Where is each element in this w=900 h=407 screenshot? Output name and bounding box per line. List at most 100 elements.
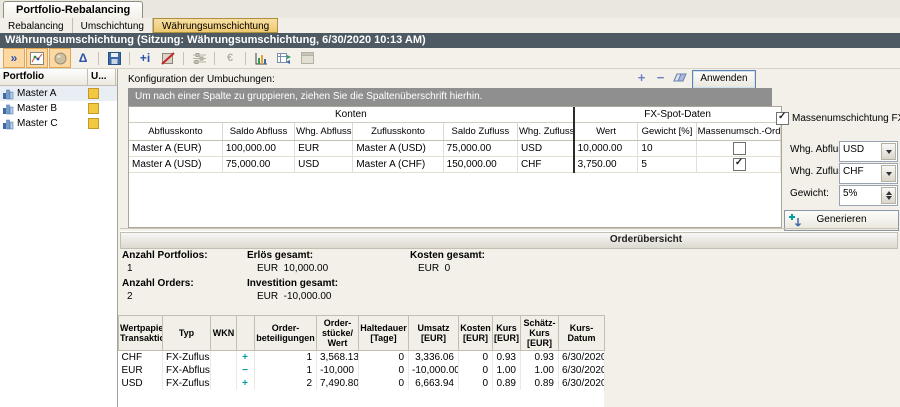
order-row[interactable]: CHF FX-Zufluss + 1 3,568.13 0 3,336.06 0… <box>119 351 605 365</box>
chevron-down-icon <box>886 172 892 176</box>
chart-view-button[interactable] <box>26 48 48 68</box>
umbuchungen-table-wrap: Konten FX-Spot-Daten Abflusskonto Saldo … <box>128 106 782 228</box>
euro-icon: € <box>227 53 233 64</box>
col-kurs[interactable]: Kurs [EUR] <box>493 316 521 351</box>
col-wert[interactable]: Wert <box>574 123 638 141</box>
cell-stuecke: 3,568.13 <box>317 351 359 365</box>
massenumsch-order-checkbox[interactable] <box>733 142 746 155</box>
window-icon <box>301 52 314 64</box>
cell-kurs-datum: 6/30/2020 <box>559 364 605 377</box>
cell-wert[interactable]: 10,000.00 <box>574 141 638 157</box>
cell-whg-abfluss[interactable]: USD <box>295 157 353 173</box>
sliders-icon <box>193 53 206 64</box>
portfolio-item-master-b[interactable]: Master B <box>0 101 117 116</box>
cell-abflusskonto[interactable]: Master A (USD) <box>129 157 222 173</box>
toolbar: » Δ +i € <box>0 48 900 69</box>
col-kosten[interactable]: Kosten [EUR] <box>459 316 493 351</box>
chart-report-button[interactable] <box>250 48 272 68</box>
portfolio-item-master-a[interactable]: Master A <box>0 86 117 101</box>
cell-abflusskonto[interactable]: Master A (EUR) <box>129 141 222 157</box>
col-saldo-zufluss[interactable]: Saldo Zufluss <box>443 123 517 141</box>
order-row[interactable]: EUR FX-Abfluss − 1 -10,000 0 -10,000.00 … <box>119 364 605 377</box>
cell-kurs: 1.00 <box>493 364 521 377</box>
remove-row-button[interactable]: − <box>653 70 668 85</box>
portfolio-panel-header: Portfolio U... <box>0 69 117 86</box>
stepper-arrows[interactable] <box>881 187 896 204</box>
portfolio-column-header[interactable]: Portfolio <box>0 69 88 85</box>
sphere-view-button[interactable] <box>49 48 71 68</box>
col-schaetz-kurs[interactable]: Schätz- Kurs [EUR] <box>521 316 559 351</box>
cell-gewicht[interactable]: 10 <box>638 141 696 157</box>
group-header-fx-spot-daten: FX-Spot-Daten <box>574 107 781 123</box>
save-button[interactable] <box>103 48 125 68</box>
delta-button[interactable]: Δ <box>72 48 94 68</box>
tab-umschichtung[interactable]: Umschichtung <box>73 18 153 33</box>
dropdown-arrow-button[interactable] <box>881 165 896 182</box>
col-abflusskonto[interactable]: Abflusskonto <box>129 123 222 141</box>
add-info-button[interactable]: +i <box>134 48 156 68</box>
investition-gesamt-label: Investition gesamt: <box>247 278 338 289</box>
portfolio-item-master-c[interactable]: Master C <box>0 116 117 131</box>
umbuchung-row[interactable]: Master A (EUR) 100,000.00 EUR Master A (… <box>129 141 781 157</box>
apply-button[interactable]: Anwenden <box>692 70 756 89</box>
group-by-hint-bar[interactable]: Um nach einer Spalte zu gruppieren, zieh… <box>128 88 772 106</box>
tab-waehrungsumschichtung[interactable]: Währungsumschichtung <box>153 18 278 33</box>
clear-button[interactable] <box>672 70 687 85</box>
whg-zufluss-select[interactable]: CHF <box>839 163 898 184</box>
col-orderstuecke-wert[interactable]: Order- stücke/ Wert <box>317 316 359 351</box>
expand-chevrons-button[interactable]: » <box>3 48 25 68</box>
cell-wertpapier: USD <box>119 377 163 390</box>
cell-massenumsch-order <box>696 141 780 157</box>
u-column-header[interactable]: U... <box>88 69 116 85</box>
col-typ[interactable]: Typ <box>163 316 211 351</box>
col-whg-zufluss[interactable]: Whg. Zufluss <box>517 123 573 141</box>
cell-saldo-abfluss[interactable]: 100,000.00 <box>222 141 294 157</box>
whg-abfluss-select[interactable]: USD <box>839 141 898 162</box>
cell-saldo-abfluss[interactable]: 75,000.00 <box>222 157 294 173</box>
add-row-button[interactable]: + <box>634 70 649 85</box>
cell-zuflusskonto[interactable]: Master A (USD) <box>353 141 443 157</box>
col-kurs-datum[interactable]: Kurs- Datum <box>559 316 605 351</box>
col-sign[interactable] <box>237 316 255 351</box>
anzahl-orders-label: Anzahl Orders: <box>122 278 194 289</box>
order-row[interactable]: USD FX-Zufluss + 2 7,490.80 0 6,663.94 0… <box>119 377 605 390</box>
massenumsch-order-checkbox[interactable] <box>733 158 746 171</box>
portfolio-icon <box>2 103 14 115</box>
cell-whg-zufluss[interactable]: USD <box>517 141 573 157</box>
col-massenumsch-order[interactable]: Massenumsch.-Order <box>696 123 780 141</box>
cell-beteiligungen: 2 <box>255 377 317 390</box>
toolbar-separator <box>183 52 184 65</box>
col-orderbeteiligungen[interactable]: Order- beteiligungen <box>255 316 317 351</box>
umbuchung-row[interactable]: Master A (USD) 75,000.00 USD Master A (C… <box>129 157 781 173</box>
cell-wkn <box>211 377 237 390</box>
cell-whg-abfluss[interactable]: EUR <box>295 141 353 157</box>
col-whg-abfluss[interactable]: Whg. Abfluss <box>295 123 353 141</box>
col-saldo-abfluss[interactable]: Saldo Abfluss <box>222 123 294 141</box>
cell-saldo-zufluss[interactable]: 150,000.00 <box>443 157 517 173</box>
cell-gewicht[interactable]: 5 <box>638 157 696 173</box>
exclude-button[interactable] <box>157 48 179 68</box>
col-gewicht[interactable]: Gewicht [%] <box>638 123 696 141</box>
cell-saldo-zufluss[interactable]: 75,000.00 <box>443 141 517 157</box>
cell-zuflusskonto[interactable]: Master A (CHF) <box>353 157 443 173</box>
anzahl-orders-value: 2 <box>127 291 133 302</box>
mass-fx-checkbox[interactable] <box>776 112 789 125</box>
col-haltedauer[interactable]: Haltedauer [Tage] <box>359 316 409 351</box>
col-umsatz[interactable]: Umsatz [EUR] <box>409 316 459 351</box>
order-overview-header: Orderübersicht <box>120 232 898 249</box>
table-refresh-icon <box>277 52 291 65</box>
cell-wert[interactable]: 3,750.00 <box>574 157 638 173</box>
tab-rebalancing[interactable]: Rebalancing <box>0 18 73 33</box>
col-wkn[interactable]: WKN <box>211 316 237 351</box>
kosten-gesamt-value: EUR 0 <box>418 263 450 274</box>
page-title: Währungsumschichtung (Sitzung: Währungsu… <box>0 33 900 48</box>
chevron-down-icon <box>886 196 892 200</box>
cell-whg-zufluss[interactable]: CHF <box>517 157 573 173</box>
col-wertpapier-transaktion[interactable]: Wertpapier/ Transaktion <box>119 316 163 351</box>
table-refresh-button[interactable] <box>273 48 295 68</box>
kosten-gesamt-label: Kosten gesamt: <box>410 250 485 261</box>
gewicht-stepper[interactable]: 5% <box>839 185 898 206</box>
dropdown-arrow-button[interactable] <box>881 143 896 160</box>
col-zuflusskonto[interactable]: Zuflusskonto <box>353 123 443 141</box>
window-button <box>296 48 318 68</box>
